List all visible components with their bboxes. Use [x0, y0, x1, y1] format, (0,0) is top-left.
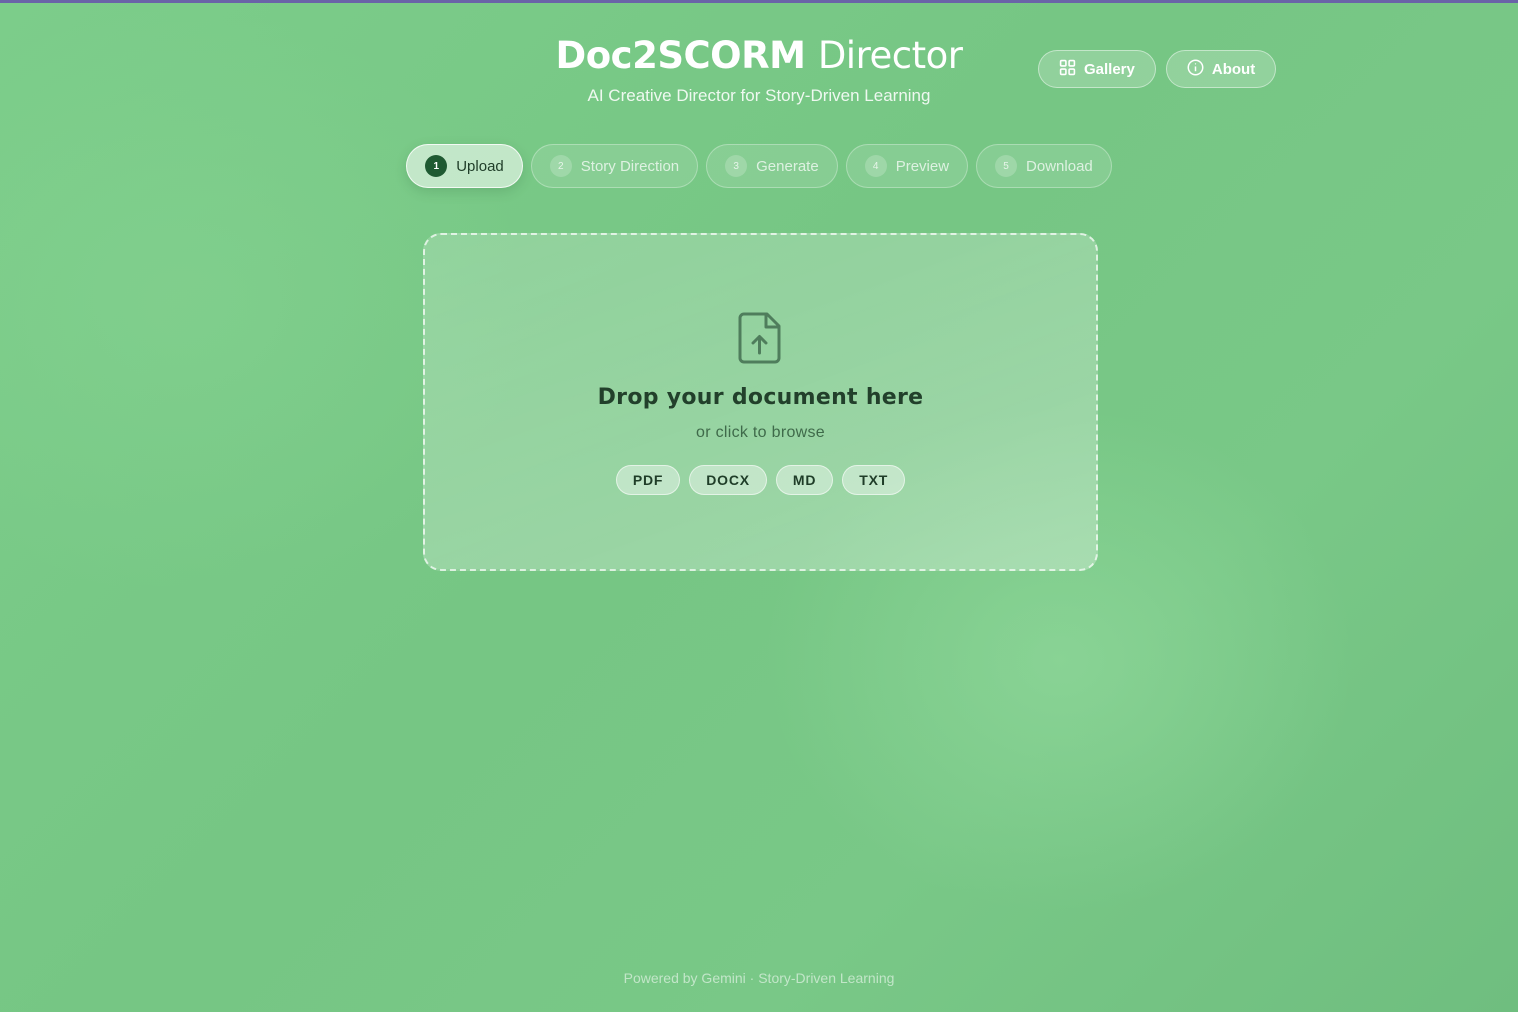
gallery-label: Gallery	[1084, 60, 1135, 78]
step-generate[interactable]: 3 Generate	[706, 144, 838, 188]
step-number: 2	[549, 155, 572, 177]
app-title: Doc2SCORM Director	[0, 32, 1518, 80]
step-preview[interactable]: 4 Preview	[845, 144, 969, 188]
format-badge-pdf: PDF	[615, 465, 681, 495]
dropzone-browse-hint: or click to browse	[696, 424, 825, 441]
format-badge-txt: TXT	[842, 465, 906, 495]
progress-stepper: 1 Upload 2 Story Direction 3 Generate 4 …	[0, 144, 1518, 188]
step-number: 1	[425, 155, 448, 177]
step-number: 5	[995, 155, 1018, 177]
format-badge-md: MD	[775, 465, 834, 495]
gallery-button[interactable]: Gallery	[1038, 50, 1156, 88]
about-label: About	[1211, 60, 1256, 78]
document-dropzone[interactable]: Drop your document here or click to brow…	[423, 233, 1098, 571]
step-number: 3	[725, 155, 748, 177]
about-button[interactable]: About	[1165, 50, 1277, 88]
format-badge-docx: DOCX	[689, 465, 767, 495]
step-label: Preview	[895, 157, 950, 175]
app-title-sub: Director	[817, 34, 963, 77]
top-accent-strip	[0, 0, 1518, 3]
step-number: 4	[864, 155, 887, 177]
step-story-direction[interactable]: 2 Story Direction	[530, 144, 699, 188]
top-nav: Gallery About	[1038, 50, 1277, 88]
app-header: Doc2SCORM Director AI Creative Director …	[0, 32, 1518, 106]
step-label: Download	[1026, 157, 1093, 175]
step-download[interactable]: 5 Download	[976, 144, 1112, 188]
step-label: Upload	[456, 157, 504, 175]
step-upload[interactable]: 1 Upload	[406, 144, 523, 188]
step-label: Generate	[756, 157, 819, 175]
app-subtitle: AI Creative Director for Story-Driven Le…	[587, 86, 931, 105]
grid-icon	[1059, 59, 1076, 80]
file-upload-icon	[738, 311, 784, 365]
dropzone-title: Drop your document here	[597, 385, 924, 410]
footer-credits: Powered by Gemini · Story-Driven Learnin…	[623, 970, 895, 986]
step-label: Story Direction	[580, 157, 680, 175]
app-title-main: Doc2SCORM	[555, 34, 806, 77]
supported-formats: PDF DOCX MD TXT	[425, 465, 1096, 495]
info-icon	[1187, 59, 1204, 80]
